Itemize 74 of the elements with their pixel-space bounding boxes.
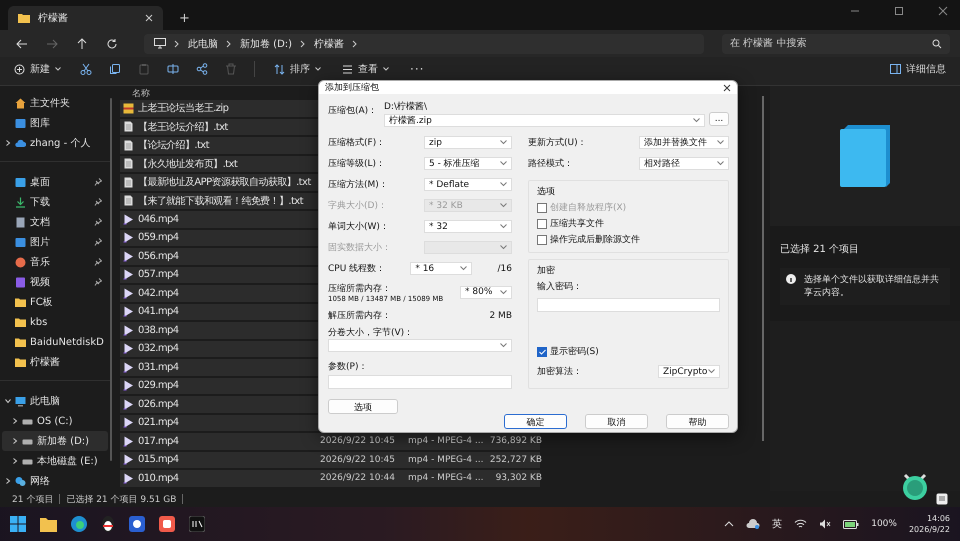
field-label: 字典大小(D)：: [328, 200, 387, 212]
sidebar-label: 新加卷 (D:): [37, 434, 90, 448]
memory-value: 2 MB: [489, 310, 512, 320]
file-name: 057.mp4: [138, 269, 180, 280]
sidebar-label: zhang - 个人: [30, 137, 92, 150]
info-text: 选择单个文件以获取详细信息并共享云内容。: [804, 274, 940, 300]
sidebar-label: 图库: [30, 116, 51, 130]
field-label: 参数(P)：: [328, 360, 368, 373]
file-name: 041.mp4: [138, 306, 180, 318]
file-name: 【来了就能下载和观看！纯免费！】.txt: [138, 194, 304, 208]
sidebar-label: kbs: [30, 316, 48, 328]
thread-max: /16: [498, 264, 512, 274]
item-count: 21 个项目: [12, 494, 54, 506]
field-label: 输入密码：: [537, 280, 583, 293]
file-name: 056.mp4: [138, 250, 180, 262]
file-name: 上老王论坛当老王.zip: [138, 102, 230, 116]
sidebar-label: 文档: [30, 216, 51, 229]
file-name: 【论坛介绍】.txt: [138, 138, 210, 152]
file-name: 010.mp4: [138, 472, 180, 484]
file-name: 026.mp4: [138, 398, 180, 410]
sidebar-label: 此电脑: [30, 394, 61, 408]
field-label: 解压所需内存：: [328, 310, 391, 322]
sidebar-label: BaiduNetdiskD: [30, 336, 105, 348]
field-label: 压缩等级(L)：: [328, 158, 386, 170]
file-name: 015.mp4: [138, 454, 180, 466]
file-type: mp4 - MPEG-4 ...: [408, 454, 484, 465]
file-name: 【永久地址发布页】.txt: [138, 158, 238, 171]
file-name: 032.mp4: [138, 343, 180, 354]
file-name: 038.mp4: [138, 324, 180, 336]
sidebar-label: 网络: [30, 475, 51, 488]
sidebar-label: 本地磁盘 (E:): [37, 454, 99, 468]
file-size: 736,892 KB: [488, 436, 542, 446]
selection-info: 已选择 21 个项目 9.51 GB: [66, 494, 176, 506]
group-title: 选项: [537, 186, 556, 198]
file-name: 【最新地址及APP资源获取自动获取】.txt: [138, 176, 312, 190]
sidebar-label: 下载: [30, 196, 51, 209]
field-label: 压缩方法(M)：: [328, 178, 388, 191]
file-date: 2026/9/22 10:45: [320, 436, 396, 446]
sidebar-label: 柠檬酱: [30, 356, 61, 369]
file-name: 029.mp4: [138, 380, 180, 392]
sidebar-label: 桌面: [30, 176, 51, 189]
sidebar-label: OS (C:): [37, 416, 74, 426]
field-label: 加密算法：: [537, 366, 582, 378]
field-label: 单词大小(W)：: [328, 220, 389, 233]
file-size: 252,727 KB: [488, 454, 542, 465]
file-name: 059.mp4: [138, 232, 180, 244]
archive-label: 压缩包(A)：: [328, 104, 378, 117]
field-label: 压缩格式(F)：: [328, 136, 386, 149]
field-label: 分卷大小，字节(V)：: [328, 326, 414, 339]
file-name: 017.mp4: [138, 436, 180, 447]
dialog-title: 添加到压缩包: [325, 82, 379, 94]
file-name: 042.mp4: [138, 288, 180, 299]
field-label: CPU 线程数：: [328, 262, 386, 275]
sidebar-label: 主文件夹: [30, 96, 71, 110]
archive-folder: D:\柠檬酱\: [384, 100, 428, 113]
file-type: mp4 - MPEG-4 ...: [408, 436, 484, 446]
sidebar-label: 图片: [30, 236, 51, 249]
field-label: 压缩所需内存：: [328, 282, 392, 294]
field-label: 固实数据大小：: [328, 242, 391, 254]
group-title: 加密: [537, 264, 556, 277]
file-date: 2026/9/22 10:45: [320, 454, 396, 465]
sidebar-label: FC板: [30, 296, 54, 309]
sidebar-label: 音乐: [30, 256, 51, 269]
file-name: 021.mp4: [138, 417, 180, 428]
tab-title: 柠檬酱: [38, 12, 69, 25]
selection-title: 已选择 21 个项目: [780, 242, 860, 256]
file-type: mp4 - MPEG-4 ...: [408, 473, 484, 484]
sidebar-label: 视频: [30, 276, 51, 289]
battery-percent: 100%: [871, 519, 897, 529]
file-name: 046.mp4: [138, 214, 180, 225]
file-name: 031.mp4: [138, 362, 180, 373]
file-date: 2026/9/22 10:44: [320, 473, 396, 484]
file-name: 【老王论坛介绍】.txt: [138, 120, 229, 134]
file-size: 93,302 KB: [494, 473, 542, 484]
